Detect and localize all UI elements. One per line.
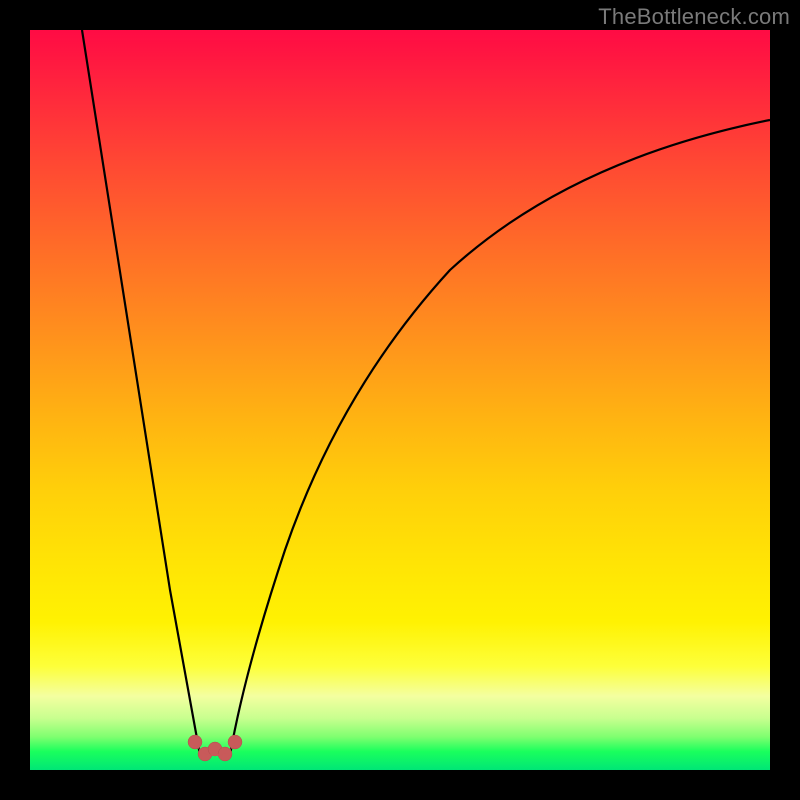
plot-area xyxy=(30,30,770,770)
watermark-text: TheBottleneck.com xyxy=(598,4,790,30)
curve-right-branch xyxy=(230,120,770,755)
curve-layer xyxy=(30,30,770,770)
trough-marker xyxy=(188,735,242,761)
chart-frame: TheBottleneck.com xyxy=(0,0,800,800)
curve-left-branch xyxy=(82,30,200,755)
